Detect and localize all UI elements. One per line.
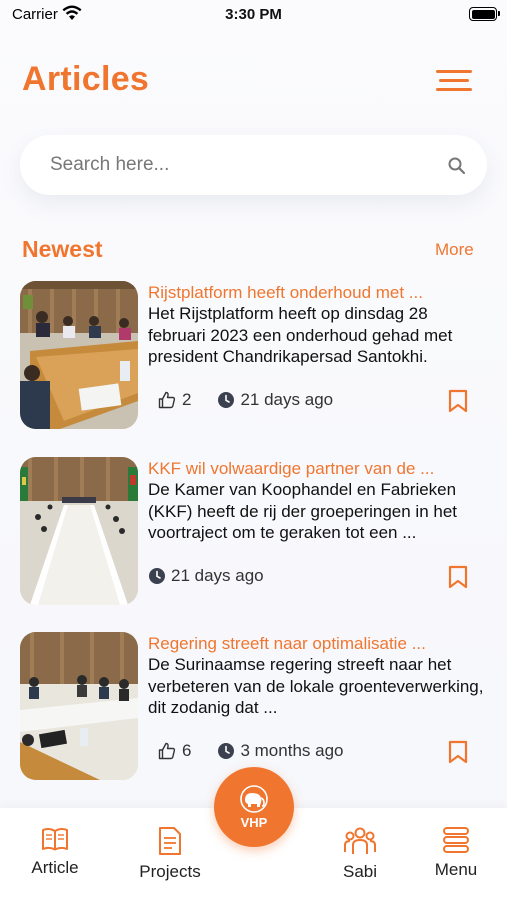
article-title[interactable]: Rijstplatform heeft onderhoud met ... (148, 283, 488, 303)
thumbs-up-icon (158, 742, 176, 760)
time-ago: 3 months ago (217, 741, 343, 761)
article-summary: De Surinaamse regering streeft naar het … (148, 655, 484, 717)
like-count: 2 (182, 390, 192, 409)
like-button[interactable]: 6 (158, 741, 191, 761)
nav-label: Sabi (342, 862, 378, 881)
article-thumbnail (20, 281, 138, 429)
search-bar (20, 135, 487, 195)
article-summary: Het Rijstplatform heeft op dinsdag 28 fe… (148, 304, 453, 366)
more-link[interactable]: More (435, 240, 474, 260)
time-ago-label: 21 days ago (240, 390, 334, 409)
time-ago-label: 21 days ago (171, 566, 264, 585)
clock-icon (149, 568, 165, 584)
article-thumbnail (20, 457, 138, 605)
bookmark-icon[interactable] (447, 565, 469, 589)
nav-label: Projects (139, 862, 201, 881)
time-ago: 21 days ago (217, 390, 333, 410)
nav-label: Menu (434, 860, 478, 879)
article-thumbnail (20, 632, 138, 780)
page-title: Articles (22, 60, 150, 98)
hamburger-menu-icon[interactable] (428, 66, 472, 96)
article-summary: De Kamer van Koophandel en Fabrieken (KK… (148, 480, 458, 542)
vhp-center-button[interactable]: VHP (214, 767, 294, 847)
article-card[interactable]: Rijstplatform heeft onderhoud met ... He… (20, 281, 490, 429)
search-input[interactable] (50, 135, 430, 195)
vhp-label: VHP (240, 815, 268, 830)
status-bar: Carrier 3:30 PM (0, 0, 507, 30)
article-meta: 6 3 months ago (148, 740, 343, 762)
article-meta: 21 days ago (148, 565, 264, 587)
clock-icon (218, 392, 235, 408)
clock: 3:30 PM (225, 6, 282, 23)
search-icon[interactable] (447, 156, 467, 176)
article-title[interactable]: KKF wil volwaardige partner van de ... (148, 459, 488, 479)
people-group-icon (344, 827, 376, 854)
bookmark-icon[interactable] (447, 389, 469, 413)
article-title[interactable]: Regering streeft naar optimalisatie ... (148, 634, 488, 654)
nav-item-sabi[interactable]: Sabi (315, 826, 405, 882)
bookmark-icon[interactable] (447, 740, 469, 764)
section-title: Newest (22, 236, 103, 262)
menu-lines-icon (443, 827, 469, 853)
document-icon (159, 827, 181, 855)
book-icon (42, 827, 68, 851)
like-button[interactable]: 2 (158, 390, 191, 410)
like-count: 6 (182, 741, 192, 760)
battery-icon (469, 7, 500, 21)
elephant-icon (240, 785, 268, 813)
article-card[interactable]: Regering streeft naar optimalisatie ... … (20, 632, 490, 780)
nav-item-article[interactable]: Article (10, 826, 100, 878)
thumbs-up-icon (158, 391, 176, 409)
article-meta: 2 21 days ago (148, 389, 333, 411)
time-ago-label: 3 months ago (240, 741, 344, 760)
clock-icon (218, 743, 235, 759)
nav-item-projects[interactable]: Projects (125, 826, 215, 882)
article-card[interactable]: KKF wil volwaardige partner van de ... D… (20, 457, 490, 605)
nav-label: Article (31, 858, 79, 877)
time-ago: 21 days ago (148, 566, 264, 586)
nav-item-menu[interactable]: Menu (411, 826, 501, 880)
